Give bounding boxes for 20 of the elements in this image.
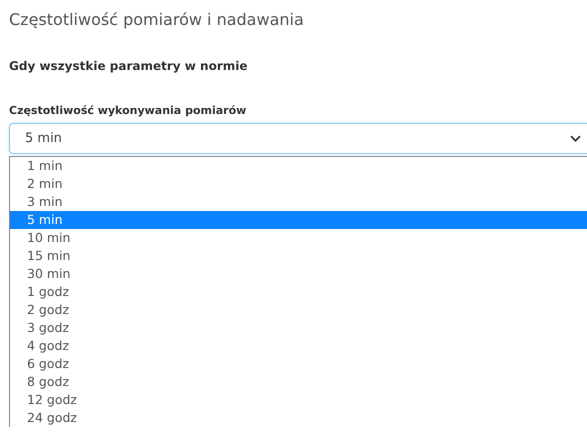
dropdown-option[interactable]: 6 godz	[10, 355, 587, 373]
dropdown-option[interactable]: 24 godz	[10, 409, 587, 427]
page-heading: Częstotliwość pomiarów i nadawania	[9, 9, 305, 31]
dropdown-option[interactable]: 5 min	[10, 211, 587, 229]
dropdown-option[interactable]: 1 godz	[10, 283, 587, 301]
dropdown-option[interactable]: 3 godz	[10, 319, 587, 337]
dropdown-option[interactable]: 15 min	[10, 247, 587, 265]
dropdown-option[interactable]: 3 min	[10, 193, 587, 211]
section-heading: Gdy wszystkie parametry w normie	[9, 58, 248, 74]
select-field[interactable]: 5 min	[9, 123, 587, 154]
field-label: Częstotliwość wykonywania pomiarów	[9, 104, 248, 118]
dropdown-option[interactable]: 2 min	[10, 175, 587, 193]
dropdown-option[interactable]: 4 godz	[10, 337, 587, 355]
dropdown-option[interactable]: 2 godz	[10, 301, 587, 319]
dropdown-option[interactable]: 8 godz	[10, 373, 587, 391]
dropdown-option[interactable]: 1 min	[10, 157, 587, 175]
dropdown-option[interactable]: 12 godz	[10, 391, 587, 409]
dropdown-option[interactable]: 30 min	[10, 265, 587, 283]
chevron-down-icon	[570, 135, 581, 142]
dropdown-option[interactable]: 10 min	[10, 229, 587, 247]
